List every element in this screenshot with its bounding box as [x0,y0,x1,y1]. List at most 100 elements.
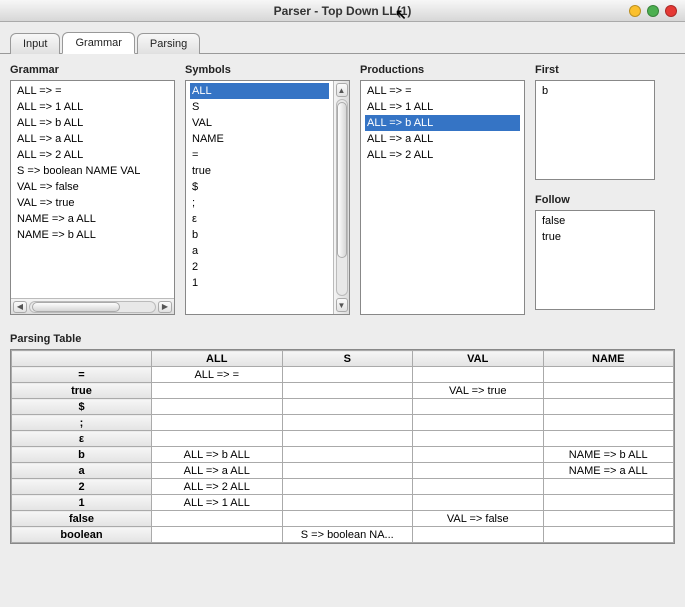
list-item[interactable]: = [190,147,329,163]
table-cell[interactable] [282,431,413,447]
table-cell[interactable] [413,495,544,511]
parsing-table[interactable]: ALLSVALNAME=ALL => =trueVAL => true$;εbA… [11,350,674,543]
scroll-down-icon[interactable]: ▼ [336,298,348,312]
table-cell[interactable] [282,511,413,527]
table-cell[interactable] [152,383,283,399]
table-cell[interactable] [413,399,544,415]
table-row-header[interactable]: 1 [12,495,152,511]
symbols-list[interactable]: ALLSVALNAME=true$;εba21 ▲ ▼ [185,80,350,315]
table-row-header[interactable]: ε [12,431,152,447]
list-item[interactable]: true [540,229,650,245]
list-item[interactable]: b [540,83,650,99]
table-column-header[interactable]: ALL [152,351,283,367]
list-item[interactable]: VAL => true [15,195,170,211]
table-cell[interactable] [282,383,413,399]
list-item[interactable]: 2 [190,259,329,275]
list-item[interactable]: ALL => = [15,83,170,99]
table-cell[interactable] [282,447,413,463]
list-item[interactable]: ALL => 2 ALL [365,147,520,163]
list-item[interactable]: VAL [190,115,329,131]
list-item[interactable]: false [540,213,650,229]
table-cell[interactable] [282,399,413,415]
table-cell[interactable]: ALL => = [152,367,283,383]
table-cell[interactable] [282,495,413,511]
table-row-header[interactable]: false [12,511,152,527]
list-item[interactable]: a [190,243,329,259]
tab-input[interactable]: Input [10,33,60,54]
table-cell[interactable] [543,479,674,495]
table-cell[interactable] [543,431,674,447]
table-cell[interactable]: ALL => 2 ALL [152,479,283,495]
table-cell[interactable]: NAME => b ALL [543,447,674,463]
table-cell[interactable] [543,527,674,543]
table-cell[interactable] [413,463,544,479]
table-row-header[interactable]: = [12,367,152,383]
table-column-header[interactable]: S [282,351,413,367]
scroll-right-icon[interactable]: ▶ [158,301,172,313]
productions-list[interactable]: ALL => =ALL => 1 ALLALL => b ALLALL => a… [360,80,525,315]
list-item[interactable]: b [190,227,329,243]
scroll-track[interactable] [336,99,348,296]
table-cell[interactable] [282,415,413,431]
table-cell[interactable]: S => boolean NA... [282,527,413,543]
table-cell[interactable] [543,367,674,383]
table-cell[interactable] [413,431,544,447]
list-item[interactable]: ALL => a ALL [15,131,170,147]
grammar-list[interactable]: ALL => =ALL => 1 ALLALL => b ALLALL => a… [10,80,175,315]
table-row-header[interactable]: boolean [12,527,152,543]
list-item[interactable]: S => boolean NAME VAL [15,163,170,179]
table-row-header[interactable]: ; [12,415,152,431]
zoom-button[interactable] [647,5,659,17]
list-item[interactable]: NAME => b ALL [15,227,170,243]
table-row-header[interactable]: true [12,383,152,399]
table-cell[interactable] [413,479,544,495]
list-item[interactable]: ALL => a ALL [365,131,520,147]
list-item[interactable]: ALL => b ALL [15,115,170,131]
symbols-vscrollbar[interactable]: ▲ ▼ [333,81,349,314]
table-cell[interactable] [543,495,674,511]
list-item[interactable]: ALL => = [365,83,520,99]
table-cell[interactable]: VAL => true [413,383,544,399]
table-cell[interactable] [543,511,674,527]
list-item[interactable]: ALL => 2 ALL [15,147,170,163]
tab-grammar[interactable]: Grammar [62,32,134,54]
table-cell[interactable] [543,399,674,415]
table-cell[interactable]: NAME => a ALL [543,463,674,479]
table-cell[interactable] [152,511,283,527]
table-row-header[interactable]: b [12,447,152,463]
list-item[interactable]: 1 [190,275,329,291]
scroll-thumb[interactable] [32,302,120,312]
list-item[interactable]: ; [190,195,329,211]
table-cell[interactable] [152,527,283,543]
first-list[interactable]: b [535,80,655,180]
table-cell[interactable] [282,367,413,383]
close-button[interactable] [665,5,677,17]
list-item[interactable]: S [190,99,329,115]
follow-list[interactable]: falsetrue [535,210,655,310]
minimize-button[interactable] [629,5,641,17]
list-item[interactable]: ALL [190,83,329,99]
scroll-up-icon[interactable]: ▲ [336,83,348,97]
table-cell[interactable]: VAL => false [413,511,544,527]
scroll-thumb[interactable] [337,102,347,258]
grammar-hscrollbar[interactable]: ◀ ▶ [11,298,174,314]
table-cell[interactable] [413,415,544,431]
list-item[interactable]: NAME => a ALL [15,211,170,227]
scroll-left-icon[interactable]: ◀ [13,301,27,313]
list-item[interactable]: ALL => b ALL [365,115,520,131]
table-cell[interactable]: ALL => b ALL [152,447,283,463]
list-item[interactable]: ALL => 1 ALL [365,99,520,115]
table-cell[interactable] [413,367,544,383]
table-cell[interactable] [152,399,283,415]
list-item[interactable]: true [190,163,329,179]
table-cell[interactable] [282,479,413,495]
table-column-header[interactable]: VAL [413,351,544,367]
table-cell[interactable] [282,463,413,479]
table-cell[interactable] [543,415,674,431]
table-row-header[interactable]: 2 [12,479,152,495]
list-item[interactable]: NAME [190,131,329,147]
list-item[interactable]: VAL => false [15,179,170,195]
table-cell[interactable] [413,447,544,463]
table-row-header[interactable]: $ [12,399,152,415]
table-cell[interactable]: ALL => 1 ALL [152,495,283,511]
